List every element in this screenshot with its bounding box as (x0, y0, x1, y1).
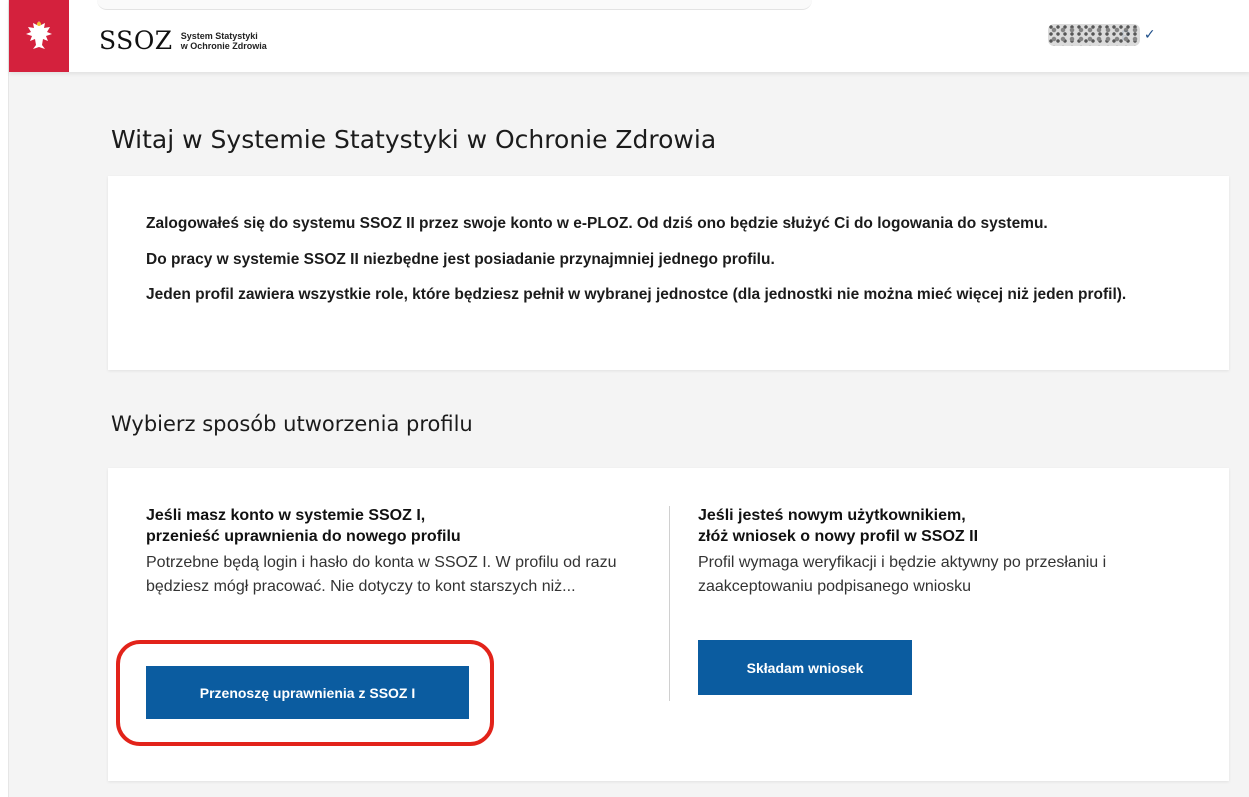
option-new-title-line2: złóż wniosek o nowy profil w SSOZ II (698, 528, 979, 545)
profile-options-card: Jeśli masz konto w systemie SSOZ I, prze… (108, 468, 1229, 781)
info-text-2: Do pracy w systemie SSOZ II niezbędne je… (146, 251, 775, 268)
top-header: SSOZ System Statystyki w Ochronie Zdrowi… (9, 0, 1249, 72)
info-text-3: Jeden profil zawiera wszystkie role, któ… (146, 286, 1127, 303)
app-viewport: SSOZ System Statystyki w Ochronie Zdrowi… (8, 0, 1249, 797)
section-title: Wybierz sposób utworzenia profilu (111, 412, 473, 436)
logo-sub-text: System Statystyki w Ochronie Zdrowia (181, 31, 267, 51)
option-transfer-title-line2: przenieść uprawnienia do nowego profilu (146, 528, 461, 545)
vertical-divider (669, 506, 670, 701)
browser-top-strip (97, 0, 812, 10)
logo-sub-line1: System Statystyki (180, 30, 258, 41)
poland-emblem (9, 0, 69, 72)
user-name-redacted (1047, 24, 1140, 46)
white-eagle-icon (26, 21, 52, 49)
option-transfer-title-line1: Jeśli masz konto w systemie SSOZ I, (146, 507, 426, 524)
ssoz-logo[interactable]: SSOZ System Statystyki w Ochronie Zdrowi… (99, 26, 267, 55)
option-new-profile: Jeśli jesteś nowym użytkownikiem, złóż w… (698, 505, 1208, 599)
chevron-down-icon: ✓ (1143, 27, 1156, 43)
submit-application-button[interactable]: Składam wniosek (698, 640, 912, 695)
option-transfer-description: Potrzebne będą login i hasło do konta w … (146, 554, 617, 595)
user-menu[interactable]: P ✓ (1047, 24, 1156, 46)
option-new-title-line1: Jeśli jesteś nowym użytkownikiem, (698, 507, 966, 524)
option-new-description: Profil wymaga weryfikacji i będzie aktyw… (698, 554, 1107, 595)
option-new-title: Jeśli jesteś nowym użytkownikiem, złóż w… (698, 505, 1208, 547)
logo-main-text: SSOZ (99, 26, 173, 55)
logo-sub-line2: w Ochronie Zdrowia (180, 40, 267, 51)
info-card: Zalogowałeś się do systemu SSOZ II przez… (108, 176, 1229, 370)
transfer-permissions-button[interactable]: Przenoszę uprawnienia z SSOZ I (146, 666, 469, 719)
info-text-1: Zalogowałeś się do systemu SSOZ II przez… (146, 215, 1048, 232)
option-transfer: Jeśli masz konto w systemie SSOZ I, prze… (146, 505, 641, 599)
page-title: Witaj w Systemie Statystyki w Ochronie Z… (111, 125, 717, 154)
option-transfer-title: Jeśli masz konto w systemie SSOZ I, prze… (146, 505, 641, 547)
